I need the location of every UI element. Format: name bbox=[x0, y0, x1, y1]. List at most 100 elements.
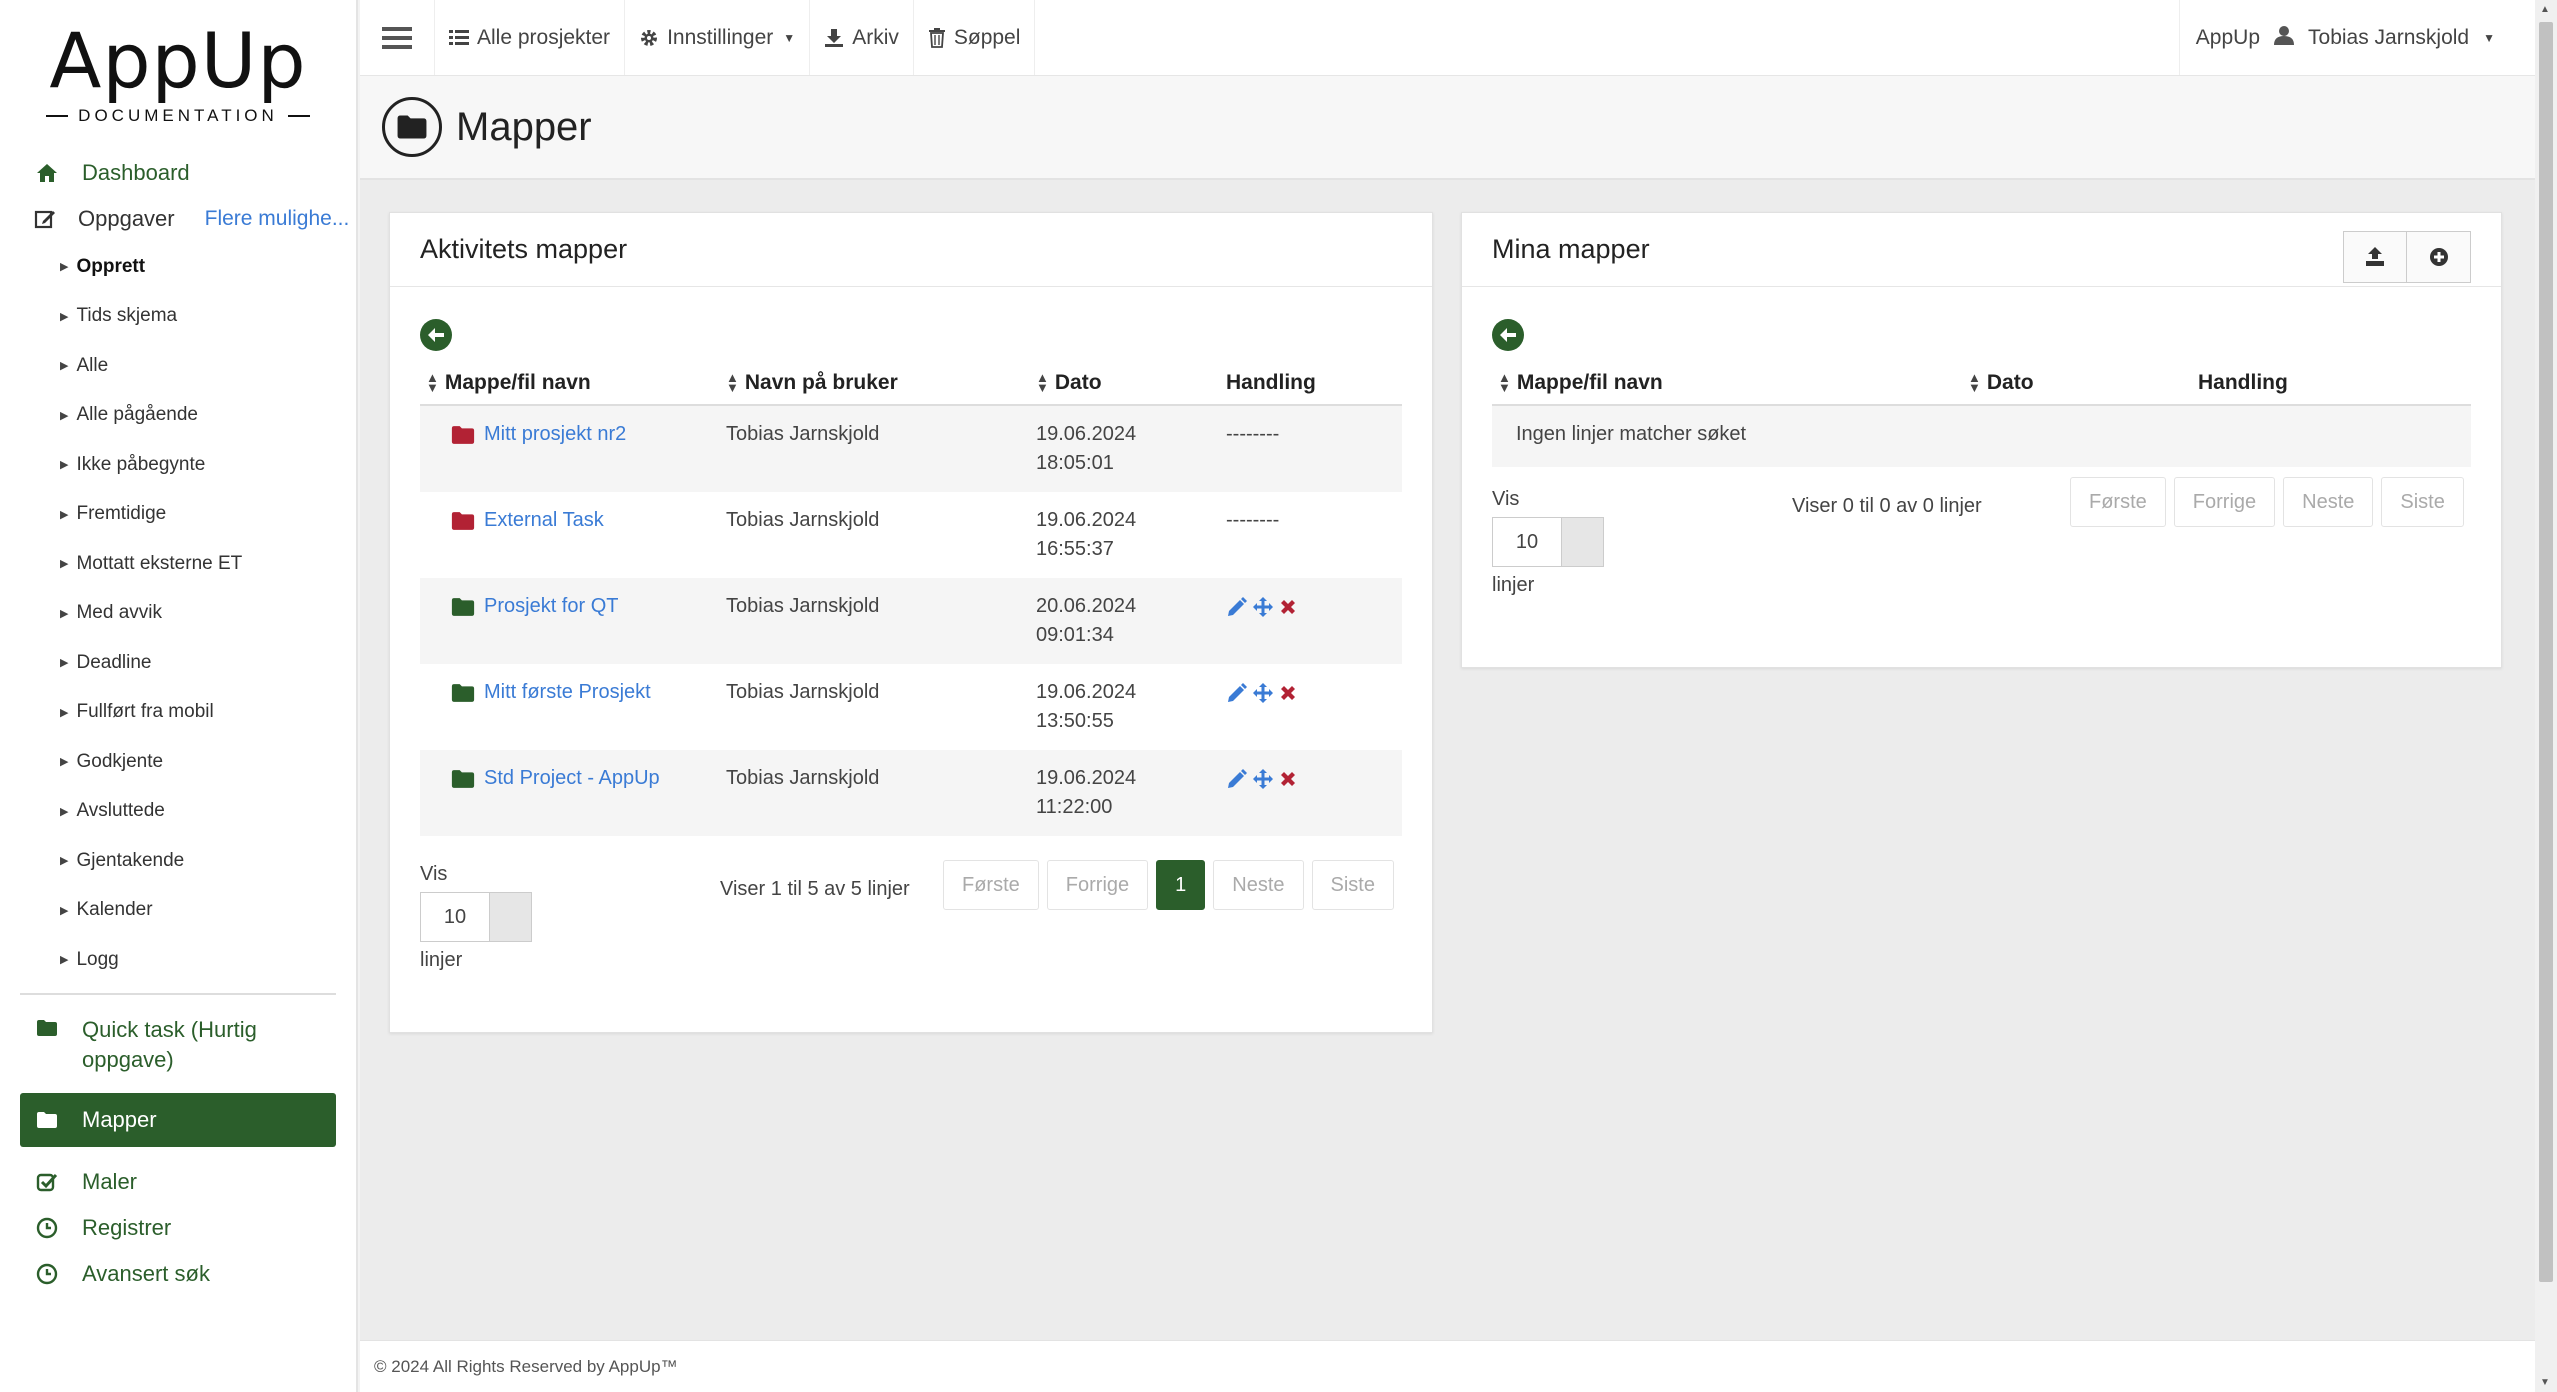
submenu-item[interactable]: ▶ Avsluttede bbox=[20, 787, 336, 837]
show-label: Vis bbox=[1492, 488, 1520, 510]
sidebar-item-register[interactable]: Registrer bbox=[20, 1205, 336, 1251]
add-folder-button[interactable] bbox=[2407, 231, 2471, 283]
pager-last[interactable]: Siste bbox=[2381, 477, 2464, 527]
submenu-item[interactable]: ▶ Fremtidige bbox=[20, 490, 336, 540]
page-scrollbar[interactable]: ▲ ▼ bbox=[2535, 0, 2557, 1392]
folder-icon bbox=[34, 1111, 60, 1129]
submenu-item[interactable]: ▶ Alle pågående bbox=[20, 391, 336, 441]
submenu-item[interactable]: ▶ Godkjente bbox=[20, 737, 336, 787]
sidebar-item-label: Avansert søk bbox=[82, 1260, 210, 1286]
pager-prev[interactable]: Forrige bbox=[1046, 860, 1149, 910]
sidebar-item-templates[interactable]: Maler bbox=[20, 1159, 336, 1205]
delete-icon[interactable] bbox=[1278, 597, 1298, 626]
user-icon bbox=[2274, 25, 2295, 51]
user-cell: Tobias Jarnskjold bbox=[726, 681, 880, 703]
caret-right-icon: ▶ bbox=[60, 756, 69, 769]
menu-toggle-button[interactable] bbox=[360, 0, 435, 75]
caret-right-icon: ▶ bbox=[60, 657, 69, 670]
pager-first[interactable]: Første bbox=[943, 860, 1039, 910]
folder-link[interactable]: Mitt første Prosjekt bbox=[426, 678, 714, 707]
sidebar-item-folders[interactable]: Mapper bbox=[20, 1092, 336, 1147]
logo-subtitle: DOCUMENTATION bbox=[0, 106, 356, 126]
move-icon[interactable] bbox=[1252, 682, 1274, 713]
sidebar-item-label: Mapper bbox=[82, 1106, 157, 1132]
submenu-item[interactable]: ▶ Mottatt eksterne ET bbox=[20, 539, 336, 589]
empty-row: Ingen linjer matcher søket bbox=[1492, 405, 2471, 467]
folder-link[interactable]: External Task bbox=[426, 506, 714, 535]
folder-icon bbox=[34, 1019, 60, 1037]
submenu-item[interactable]: ▶ Med avvik bbox=[20, 589, 336, 639]
sidebar-item-quick-task[interactable]: Quick task (Hurtig oppgave) bbox=[20, 1009, 336, 1081]
sidebar-item-label: Oppgaver bbox=[78, 206, 175, 231]
pagination: Første Forrige Neste Siste bbox=[2070, 477, 2464, 527]
scroll-down-icon[interactable]: ▼ bbox=[2540, 1377, 2550, 1388]
column-header-date[interactable]: ▲ ▼ Dato bbox=[1030, 361, 1220, 406]
logo[interactable]: AppUp DOCUMENTATION bbox=[0, 0, 356, 150]
pager-last[interactable]: Siste bbox=[1311, 860, 1394, 910]
submenu-item[interactable]: ▶ Tids skjema bbox=[20, 292, 336, 342]
delete-icon[interactable] bbox=[1278, 683, 1298, 712]
sidebar-item-tasks[interactable]: Oppgaver Flere mulighe... bbox=[20, 196, 349, 242]
column-header-name[interactable]: ▲ ▼ Mappe/fil navn bbox=[1492, 361, 1962, 406]
submenu-item[interactable]: ▶ Alle bbox=[20, 341, 336, 391]
submenu-item[interactable]: ▶ Opprett bbox=[20, 242, 336, 292]
user-name: Tobias Jarnskjold bbox=[2308, 25, 2470, 49]
arrow-left-icon bbox=[1500, 328, 1516, 342]
hamburger-icon bbox=[382, 26, 412, 49]
move-icon[interactable] bbox=[1252, 596, 1274, 627]
folder-link[interactable]: Prosjekt for QT bbox=[426, 592, 714, 621]
pencil-icon[interactable] bbox=[1226, 682, 1248, 713]
scroll-thumb[interactable] bbox=[2539, 22, 2553, 1282]
date-cell: 19.06.2024 13:50:55 bbox=[1036, 681, 1137, 732]
app-name: AppUp bbox=[2195, 25, 2261, 49]
table-info: Viser 1 til 5 av 5 linjer bbox=[720, 878, 910, 900]
more-options-link[interactable]: Flere mulighe... bbox=[205, 207, 350, 231]
submenu-item[interactable]: ▶ Kalender bbox=[20, 886, 336, 936]
caret-right-icon: ▶ bbox=[60, 805, 69, 818]
folder-link[interactable]: Mitt prosjekt nr2 bbox=[426, 420, 714, 449]
settings-dropdown[interactable]: Innstillinger ▼ bbox=[625, 0, 811, 75]
pager-prev[interactable]: Forrige bbox=[2173, 477, 2276, 527]
sort-icon: ▲ ▼ bbox=[1968, 369, 1981, 395]
pager-page-1[interactable]: 1 bbox=[1156, 860, 1206, 910]
folder-icon bbox=[382, 97, 442, 157]
user-cell: Tobias Jarnskjold bbox=[720, 750, 1030, 836]
column-header-user[interactable]: ▲ ▼ Navn på bruker bbox=[720, 361, 1030, 406]
table-row: Mitt første Prosjekt Tobias Jarnskjold 1… bbox=[420, 664, 1402, 750]
pencil-icon[interactable] bbox=[1226, 596, 1248, 627]
home-icon bbox=[34, 163, 60, 183]
scroll-up-icon[interactable]: ▲ bbox=[2540, 4, 2550, 15]
archive-link[interactable]: Arkiv bbox=[810, 0, 914, 75]
pager-first[interactable]: Første bbox=[2070, 477, 2166, 527]
pagination: Første Forrige 1 Neste Siste bbox=[943, 860, 1394, 910]
pencil-icon[interactable] bbox=[1226, 768, 1248, 799]
user-menu[interactable]: AppUp Tobias Jarnskjold ▼ bbox=[2178, 0, 2535, 75]
folder-link[interactable]: Std Project - AppUp bbox=[426, 764, 714, 793]
sidebar-item-label: Maler bbox=[82, 1168, 138, 1194]
caret-down-icon: ▼ bbox=[783, 30, 796, 45]
all-projects-link[interactable]: Alle prosjekter bbox=[435, 0, 626, 75]
caret-right-icon: ▶ bbox=[60, 904, 69, 917]
back-button[interactable] bbox=[420, 319, 452, 351]
submenu-item[interactable]: ▶ Deadline bbox=[20, 638, 336, 688]
trash-label: Søppel bbox=[953, 25, 1021, 49]
column-header-date[interactable]: ▲ ▼ Dato bbox=[1962, 361, 2192, 406]
back-button[interactable] bbox=[1492, 319, 1524, 351]
trash-link[interactable]: Søppel bbox=[914, 0, 1036, 75]
move-icon[interactable] bbox=[1252, 768, 1274, 799]
page-size-select[interactable]: 10 bbox=[1492, 517, 1604, 567]
submenu-item[interactable]: ▶ Logg bbox=[20, 935, 336, 985]
check-square-icon bbox=[34, 1171, 60, 1193]
upload-button[interactable] bbox=[2343, 231, 2407, 283]
submenu-item[interactable]: ▶ Ikke påbegynte bbox=[20, 440, 336, 490]
sidebar-item-advanced-search[interactable]: Avansert søk bbox=[20, 1251, 336, 1297]
submenu-item[interactable]: ▶ Gjentakende bbox=[20, 836, 336, 886]
sidebar-item-dashboard[interactable]: Dashboard bbox=[20, 150, 336, 196]
pager-next[interactable]: Neste bbox=[2283, 477, 2374, 527]
pager-next[interactable]: Neste bbox=[1213, 860, 1304, 910]
page-size-select[interactable]: 10 bbox=[420, 892, 532, 942]
delete-icon[interactable] bbox=[1278, 769, 1298, 798]
page-title: Mapper bbox=[456, 104, 592, 149]
submenu-item[interactable]: ▶ Fullført fra mobil bbox=[20, 688, 336, 738]
column-header-name[interactable]: ▲ ▼ Mappe/fil navn bbox=[420, 361, 720, 406]
